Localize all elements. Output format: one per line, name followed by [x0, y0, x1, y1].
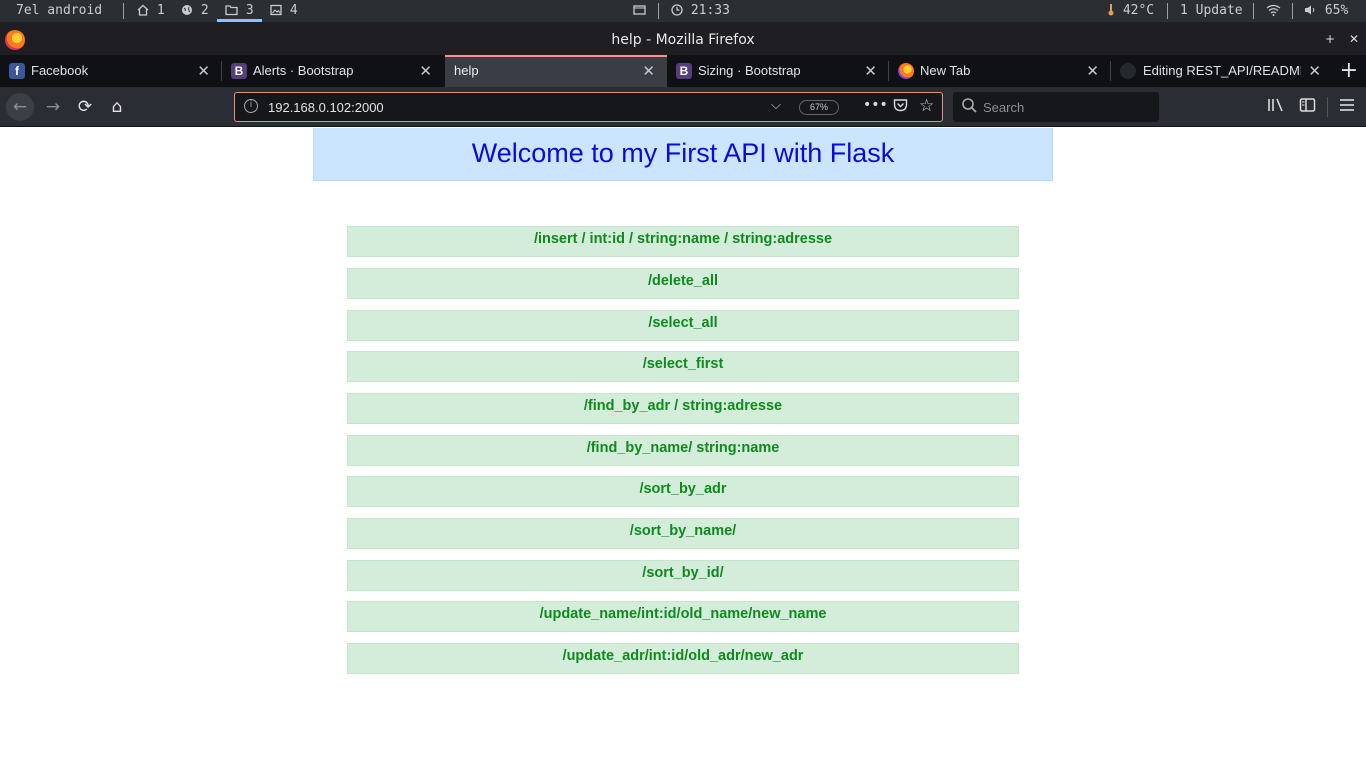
window-icon	[633, 3, 646, 18]
tab-help[interactable]: help ✕	[445, 55, 667, 87]
separator	[1167, 3, 1168, 19]
clock-icon	[671, 4, 683, 16]
thermometer-icon	[1108, 4, 1114, 16]
tab-label: Sizing · Bootstrap	[698, 63, 801, 78]
route-delete-all: /delete_all	[347, 268, 1019, 299]
sidebar-toggle-icon[interactable]	[1299, 97, 1316, 117]
workspace-3[interactable]: 3	[225, 3, 254, 18]
image-icon	[270, 4, 282, 16]
clock-widget: 21:33	[671, 3, 730, 18]
maximize-icon[interactable]: +	[1325, 32, 1335, 46]
zoom-level-badge[interactable]: 67%	[799, 100, 839, 115]
close-tab-icon[interactable]: ✕	[642, 62, 655, 80]
workspace-2-label: 2	[200, 3, 209, 18]
page-actions-icon[interactable]: •••	[863, 97, 888, 113]
folder-icon	[225, 5, 238, 16]
workspace-1[interactable]: 1	[137, 3, 165, 18]
search-input[interactable]	[983, 97, 1148, 117]
tab-sizing-bootstrap[interactable]: B Sizing · Bootstrap ✕	[667, 55, 889, 87]
page-content: Welcome to my First API with Flask /inse…	[0, 128, 1366, 768]
close-window-button[interactable]: ✕	[1349, 32, 1359, 46]
search-box[interactable]	[953, 92, 1159, 122]
close-tab-icon[interactable]: ✕	[419, 62, 432, 80]
route-select-all: /select_all	[347, 310, 1019, 341]
route-sort-by-id: /sort_by_id/	[347, 560, 1019, 591]
window-title: help - Mozilla Firefox	[611, 32, 755, 48]
tab-label: Alerts · Bootstrap	[253, 63, 354, 78]
url-bar[interactable]: i 192.168.0.102:2000 ⌵ 67% ••• ☆	[234, 92, 943, 122]
workspace-1-label: 1	[156, 3, 165, 18]
globe-icon	[182, 5, 192, 15]
separator	[1253, 3, 1254, 19]
bookmark-star-icon[interactable]: ☆	[919, 96, 934, 116]
tab-label: New Tab	[920, 63, 971, 78]
navigation-toolbar: ← → ⟳ ⌂ i 192.168.0.102:2000 ⌵ 67% ••• ☆	[0, 87, 1366, 127]
route-find-by-adr: /find_by_adr / string:adresse	[347, 393, 1019, 424]
reload-button[interactable]: ⟳	[71, 93, 99, 121]
home-icon	[137, 4, 149, 16]
tab-strip: f Facebook ✕ B Alerts · Bootstrap ✕ help…	[0, 55, 1366, 87]
tab-label: Editing REST_API/README.m	[1143, 63, 1301, 78]
close-tab-icon[interactable]: ✕	[1086, 62, 1099, 80]
github-icon	[1120, 63, 1136, 79]
pocket-icon[interactable]	[893, 98, 908, 116]
temperature-value: 42°C	[1122, 3, 1155, 18]
search-icon	[961, 97, 978, 118]
close-tab-icon[interactable]: ✕	[1308, 62, 1321, 80]
route-update-name: /update_name/int:id/old_name/new_name	[347, 601, 1019, 632]
temperature-widget: 42°C	[1107, 3, 1154, 18]
speaker-icon	[1305, 5, 1315, 15]
updates-indicator[interactable]: 1 Update	[1180, 3, 1243, 18]
route-update-adr: /update_adr/int:id/old_adr/new_adr	[347, 643, 1019, 674]
close-tab-icon[interactable]: ✕	[197, 62, 210, 80]
route-find-by-name: /find_by_name/ string:name	[347, 435, 1019, 466]
url-text[interactable]: 192.168.0.102:2000	[268, 100, 384, 115]
workspace-name: 7el android	[16, 3, 103, 18]
separator	[123, 3, 124, 19]
workspace-4[interactable]: 4	[270, 3, 298, 18]
tab-alerts-bootstrap[interactable]: B Alerts · Bootstrap ✕	[222, 55, 444, 87]
tab-new-tab[interactable]: New Tab ✕	[889, 55, 1111, 87]
workspace-3-label: 3	[245, 3, 254, 18]
wifi-icon[interactable]	[1266, 3, 1281, 18]
system-bar: 7el android 1 2 3 4 21:33 42°C 1 Update …	[0, 0, 1366, 22]
tab-editing-readme[interactable]: Editing REST_API/README.m ✕	[1111, 55, 1333, 87]
back-button[interactable]: ←	[6, 93, 34, 121]
tab-label: help	[454, 63, 479, 78]
firefox-icon	[898, 63, 914, 79]
separator	[658, 3, 659, 19]
info-icon[interactable]: i	[244, 99, 258, 113]
library-icon[interactable]	[1267, 97, 1284, 117]
volume-widget[interactable]: 65%	[1304, 3, 1348, 18]
bootstrap-icon: B	[676, 63, 692, 79]
tab-label: Facebook	[31, 63, 89, 78]
facebook-icon: f	[9, 63, 25, 79]
workspace-2[interactable]: 2	[181, 3, 209, 18]
workspace-4-label: 4	[289, 3, 298, 18]
volume-value: 65%	[1324, 3, 1349, 18]
clock-time: 21:33	[690, 3, 730, 18]
close-tab-icon[interactable]: ✕	[864, 62, 877, 80]
new-tab-button[interactable]: +	[1340, 58, 1358, 83]
chevron-down-icon[interactable]: ⌵	[771, 98, 781, 113]
home-button[interactable]: ⌂	[103, 93, 131, 121]
route-sort-by-name: /sort_by_name/	[347, 518, 1019, 549]
welcome-heading: Welcome to my First API with Flask	[313, 128, 1053, 181]
route-insert: /insert / int:id / string:name / string:…	[347, 226, 1019, 257]
route-select-first: /select_first	[347, 351, 1019, 382]
route-sort-by-adr: /sort_by_adr	[347, 476, 1019, 507]
bootstrap-icon: B	[231, 63, 247, 79]
forward-button[interactable]: →	[39, 93, 67, 121]
separator	[1292, 3, 1293, 19]
tab-facebook[interactable]: f Facebook ✕	[0, 55, 222, 87]
window-titlebar: help - Mozilla Firefox + ✕	[0, 22, 1366, 55]
hamburger-menu-icon[interactable]	[1339, 97, 1355, 117]
